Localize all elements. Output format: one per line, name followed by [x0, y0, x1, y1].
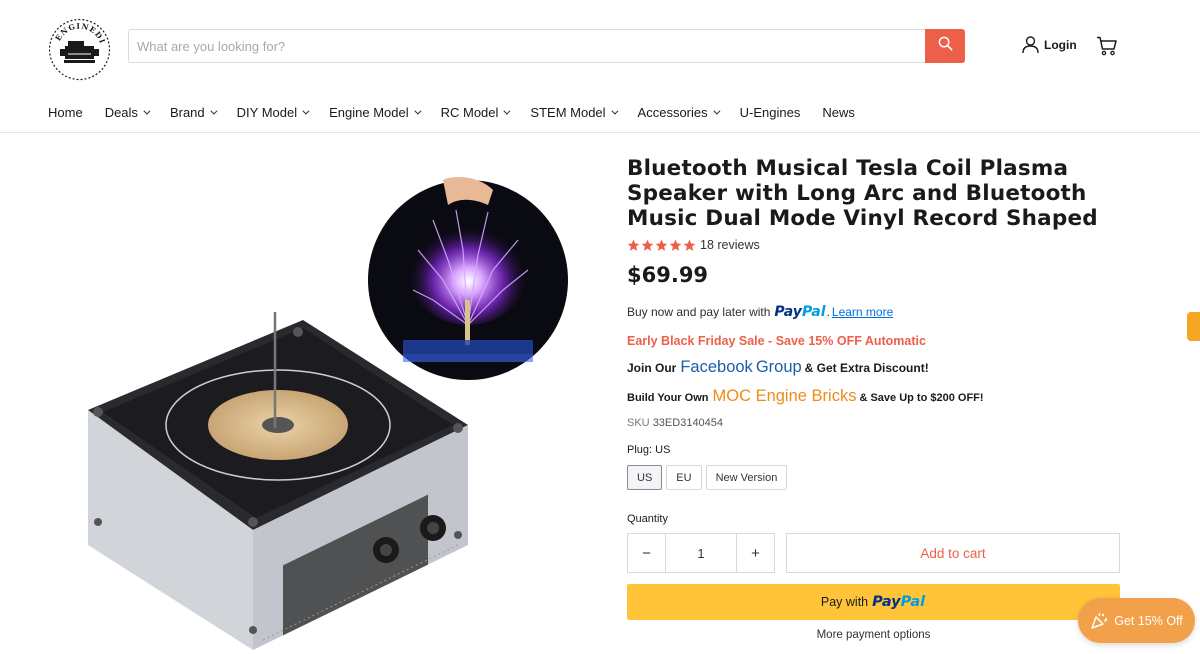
- moc-promo[interactable]: Build Your Own MOC Engine Bricks & Save …: [627, 387, 1120, 407]
- purchase-row: − 1 + Add to cart: [627, 533, 1120, 573]
- paypal-pay-later: Buy now and pay later with PayPal . Lear…: [627, 304, 1120, 322]
- side-widget-tab[interactable]: [1187, 312, 1200, 341]
- product-price: $69.99: [627, 263, 709, 287]
- paypal-logo: PayPal: [872, 594, 926, 610]
- quantity-increase-button[interactable]: +: [737, 534, 774, 572]
- nav-label: Deals: [104, 104, 138, 120]
- variant-us[interactable]: US: [627, 465, 663, 490]
- nav-label: STEM Model: [530, 104, 606, 120]
- group-link[interactable]: Group: [756, 358, 802, 377]
- nav-label: U-Engines: [739, 104, 801, 120]
- nav-item-news[interactable]: News: [822, 100, 855, 124]
- quantity-input[interactable]: 1: [665, 534, 737, 572]
- speaker-device: [88, 312, 468, 650]
- paypal-button-prefix: Pay with: [820, 595, 869, 609]
- chevron-down-icon: [413, 107, 422, 115]
- sku-value: 33ED3140454: [652, 417, 724, 429]
- variant-eu[interactable]: EU: [666, 465, 702, 490]
- nav-label: RC Model: [440, 104, 499, 120]
- nav-label: Engine Model: [329, 104, 409, 120]
- star-icon: [669, 239, 682, 251]
- facebook-promo-prefix: Join Our: [627, 361, 677, 375]
- nav-item-diy-model[interactable]: DIY Model: [236, 100, 310, 124]
- paypal-later-text: Buy now and pay later with: [627, 305, 771, 319]
- star-icon: [641, 239, 654, 251]
- star-rating: [627, 239, 696, 252]
- nav-item-deals[interactable]: Deals: [104, 100, 151, 124]
- discount-label: Get 15% Off: [1114, 613, 1183, 628]
- add-to-cart-button[interactable]: Add to cart: [786, 533, 1120, 573]
- search-button[interactable]: [925, 29, 965, 63]
- party-popper-icon: [1090, 612, 1108, 630]
- quantity-label: Quantity: [627, 513, 668, 525]
- quantity-decrease-button[interactable]: −: [628, 534, 665, 572]
- cart-button[interactable]: [1096, 36, 1118, 56]
- plasma-arc-inset: [368, 177, 568, 380]
- nav-item-stem-model[interactable]: STEM Model: [530, 100, 618, 124]
- facebook-promo-suffix: & Get Extra Discount!: [804, 361, 929, 375]
- facebook-group-promo[interactable]: Join Our Facebook Group & Get Extra Disco…: [627, 358, 1120, 378]
- login-label: Login: [1044, 38, 1077, 52]
- moc-promo-suffix: & Save Up to $200 OFF!: [859, 392, 984, 404]
- moc-engine-bricks-link[interactable]: MOC Engine Bricks: [712, 387, 856, 406]
- learn-more-link[interactable]: Learn more: [832, 305, 893, 319]
- nav-item-accessories[interactable]: Accessories: [637, 100, 721, 124]
- plug-variant-selector: US EU New Version: [627, 465, 1120, 490]
- login-link[interactable]: Login: [1022, 36, 1077, 54]
- search-bar: [128, 29, 965, 63]
- product-sku: SKU 33ED3140454: [627, 417, 1120, 431]
- paypal-checkout-button[interactable]: Pay with PayPal: [627, 584, 1120, 620]
- nav-item-rc-model[interactable]: RC Model: [440, 100, 511, 124]
- star-icon: [683, 239, 696, 251]
- plug-label: Plug: US: [627, 444, 671, 456]
- main-nav: Home Deals Brand DIY Model Engine Model …: [48, 100, 877, 124]
- product-details: Bluetooth Musical Tesla Coil Plasma Spea…: [627, 150, 1120, 641]
- product-rating[interactable]: 18 reviews: [627, 237, 1120, 253]
- site-logo[interactable]: ENGINEDIY: [44, 9, 111, 83]
- variant-new-version[interactable]: New Version: [705, 465, 788, 490]
- product-title: Bluetooth Musical Tesla Coil Plasma Spea…: [627, 156, 1098, 231]
- get-discount-button[interactable]: Get 15% Off: [1078, 598, 1195, 643]
- quantity-stepper: − 1 +: [627, 533, 775, 573]
- site-header: ENGINEDIY Login Home Deals Bra: [0, 0, 1200, 133]
- chevron-down-icon: [302, 107, 310, 115]
- nav-item-home[interactable]: Home: [48, 100, 83, 124]
- search-input[interactable]: [129, 30, 925, 62]
- cart-icon: [1096, 36, 1118, 60]
- chevron-down-icon: [503, 107, 511, 115]
- chevron-down-icon: [610, 107, 618, 115]
- facebook-link[interactable]: Facebook: [680, 358, 752, 377]
- sku-label: SKU: [627, 417, 650, 429]
- chevron-down-icon: [143, 107, 151, 115]
- search-icon: [938, 36, 953, 56]
- nav-item-brand[interactable]: Brand: [169, 100, 218, 124]
- nav-item-u-engines[interactable]: U-Engines: [740, 100, 801, 124]
- nav-item-engine-model[interactable]: Engine Model: [329, 100, 422, 124]
- nav-label: Home: [48, 104, 83, 120]
- nav-label: Brand: [169, 104, 205, 120]
- product-image[interactable]: [48, 150, 608, 654]
- nav-label: News: [822, 104, 855, 120]
- chevron-down-icon: [713, 107, 721, 115]
- review-count: 18 reviews: [700, 238, 760, 252]
- chevron-down-icon: [210, 107, 218, 115]
- nav-label: DIY Model: [236, 104, 298, 120]
- moc-promo-prefix: Build Your Own: [627, 392, 709, 404]
- more-payment-options-link[interactable]: More payment options: [627, 629, 1120, 641]
- user-icon: [1022, 36, 1039, 54]
- nav-label: Accessories: [637, 104, 708, 120]
- promo-banner: Early Black Friday Sale - Save 15% OFF A…: [627, 334, 926, 348]
- star-icon: [627, 239, 640, 251]
- paypal-later-suffix: .: [826, 305, 830, 319]
- paypal-logo: PayPal: [774, 304, 826, 320]
- star-icon: [655, 239, 668, 251]
